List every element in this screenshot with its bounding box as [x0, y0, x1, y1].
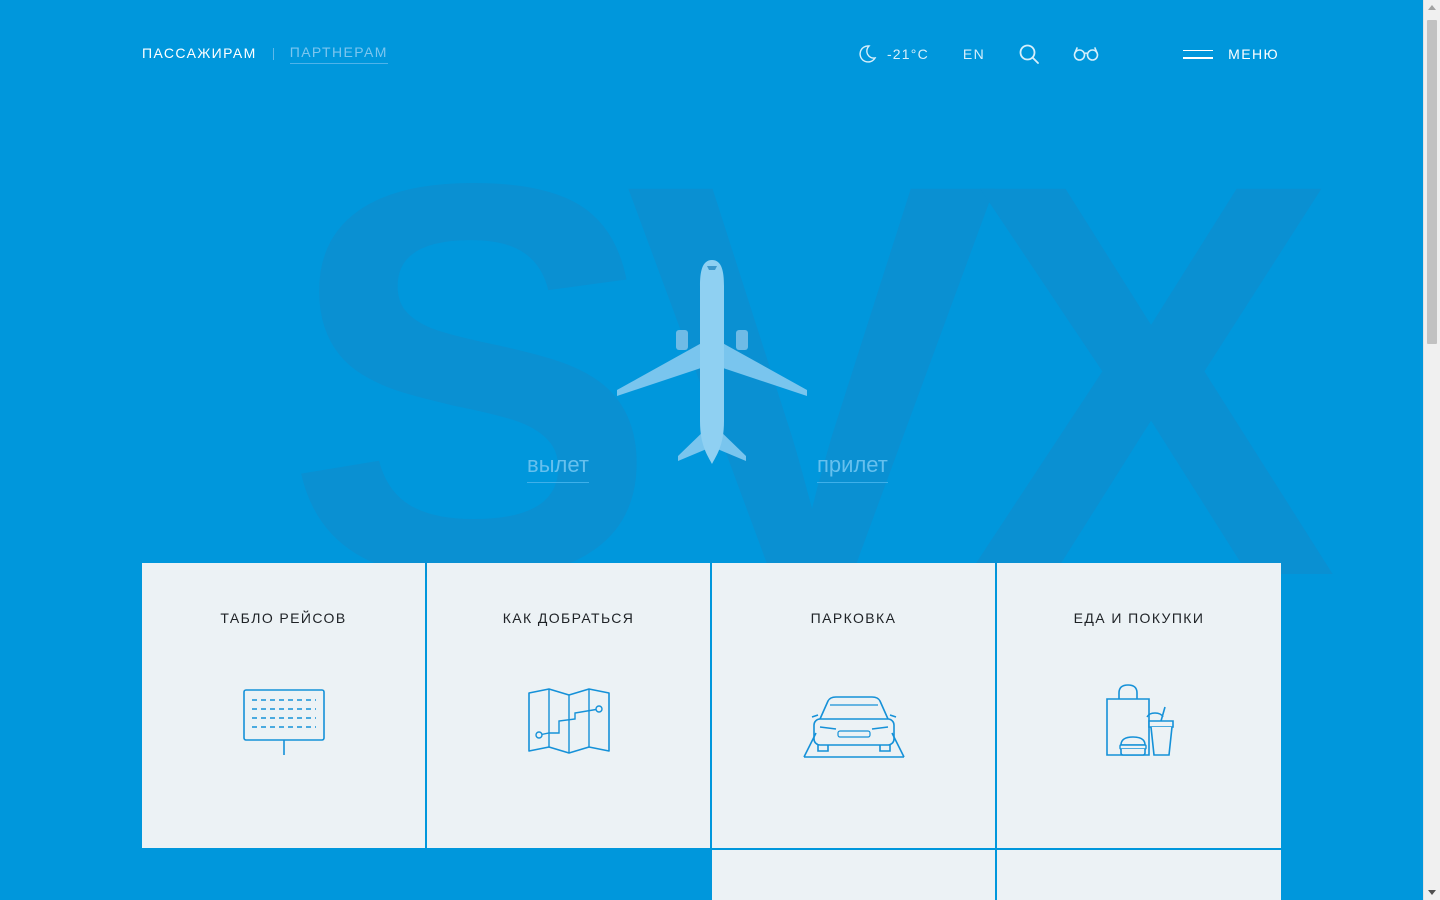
- moon-icon: [859, 45, 877, 63]
- tile-parking[interactable]: ПАРКОВКА: [712, 563, 996, 848]
- temperature: -21°C: [886, 46, 929, 62]
- page-scrollbar[interactable]: [1423, 0, 1440, 900]
- glasses-icon: [1073, 47, 1099, 61]
- arrivals-link[interactable]: прилет: [817, 452, 888, 483]
- search-icon: [1019, 44, 1040, 64]
- tile-title: ПАРКОВКА: [810, 610, 897, 626]
- scroll-thumb[interactable]: [1427, 20, 1437, 344]
- menu-button[interactable]: МЕНЮ: [1183, 46, 1279, 62]
- tile-row2-1[interactable]: [712, 850, 996, 900]
- nav-passengers[interactable]: ПАССАЖИРАМ: [142, 45, 257, 64]
- nav-partners[interactable]: ПАРТНЕРАМ: [289, 44, 388, 64]
- menu-label: МЕНЮ: [1228, 46, 1279, 62]
- accessibility-button[interactable]: [1073, 46, 1099, 62]
- search-button[interactable]: [1019, 44, 1040, 64]
- shopping-food-icon: [1106, 684, 1174, 756]
- page: ПАССАЖИРАМ ПАРТНЕРАМ -21°C EN МЕНЮ SVX в…: [0, 0, 1423, 900]
- map-icon: [527, 688, 610, 754]
- tile-title: КАК ДОБРАТЬСЯ: [502, 610, 635, 626]
- audience-nav: ПАССАЖИРАМ ПАРТНЕРАМ: [142, 44, 388, 64]
- flight-board-icon: [242, 689, 325, 755]
- scroll-down-arrow[interactable]: [1428, 890, 1436, 895]
- airplane-icon: [617, 260, 807, 464]
- tile-title: ЕДА И ПОКУПКИ: [1073, 610, 1205, 626]
- language-switch[interactable]: EN: [963, 46, 985, 62]
- tile-flight-board[interactable]: ТАБЛО РЕЙСОВ: [142, 563, 426, 848]
- hamburger-icon: [1183, 49, 1214, 59]
- tile-food-shopping[interactable]: ЕДА И ПОКУПКИ: [997, 563, 1281, 848]
- departures-link[interactable]: вылет: [527, 452, 589, 483]
- header-tools: -21°C EN МЕНЮ: [857, 44, 1279, 64]
- car-icon: [802, 696, 905, 758]
- tile-row2-2[interactable]: [997, 850, 1281, 900]
- scroll-up-arrow[interactable]: [1428, 5, 1436, 10]
- tile-title: ТАБЛО РЕЙСОВ: [220, 610, 347, 626]
- nav-divider: [272, 48, 274, 60]
- tile-directions[interactable]: КАК ДОБРАТЬСЯ: [427, 563, 711, 848]
- weather-widget: -21°C: [857, 44, 929, 64]
